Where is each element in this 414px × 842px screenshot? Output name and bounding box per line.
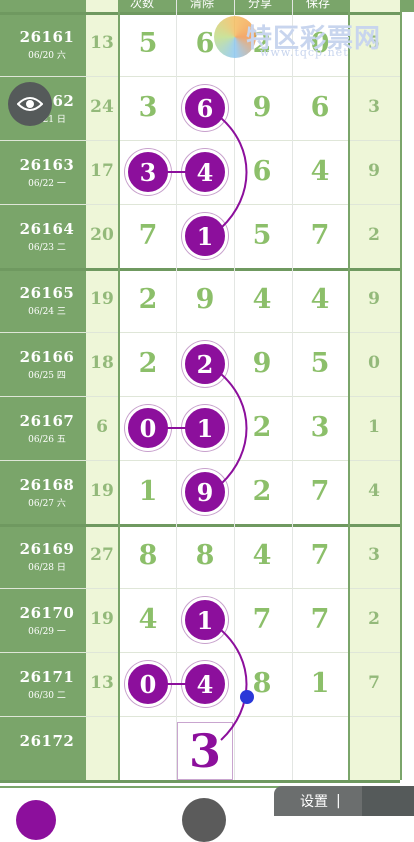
search-button[interactable] [182,798,226,842]
trend-curve [220,373,248,485]
trend-curve [220,117,248,229]
settings-label: 设置 [300,794,328,810]
trend-curves [220,117,248,741]
trend-curve [220,629,248,741]
watermark-url: www.tqcp.net [260,46,349,59]
settings-button[interactable]: 设置 | [274,786,362,816]
eye-icon [17,97,43,111]
drag-handle[interactable] [240,690,254,704]
send-button[interactable] [16,800,56,840]
eye-toggle-button[interactable] [8,82,52,126]
share-button[interactable] [362,786,414,816]
